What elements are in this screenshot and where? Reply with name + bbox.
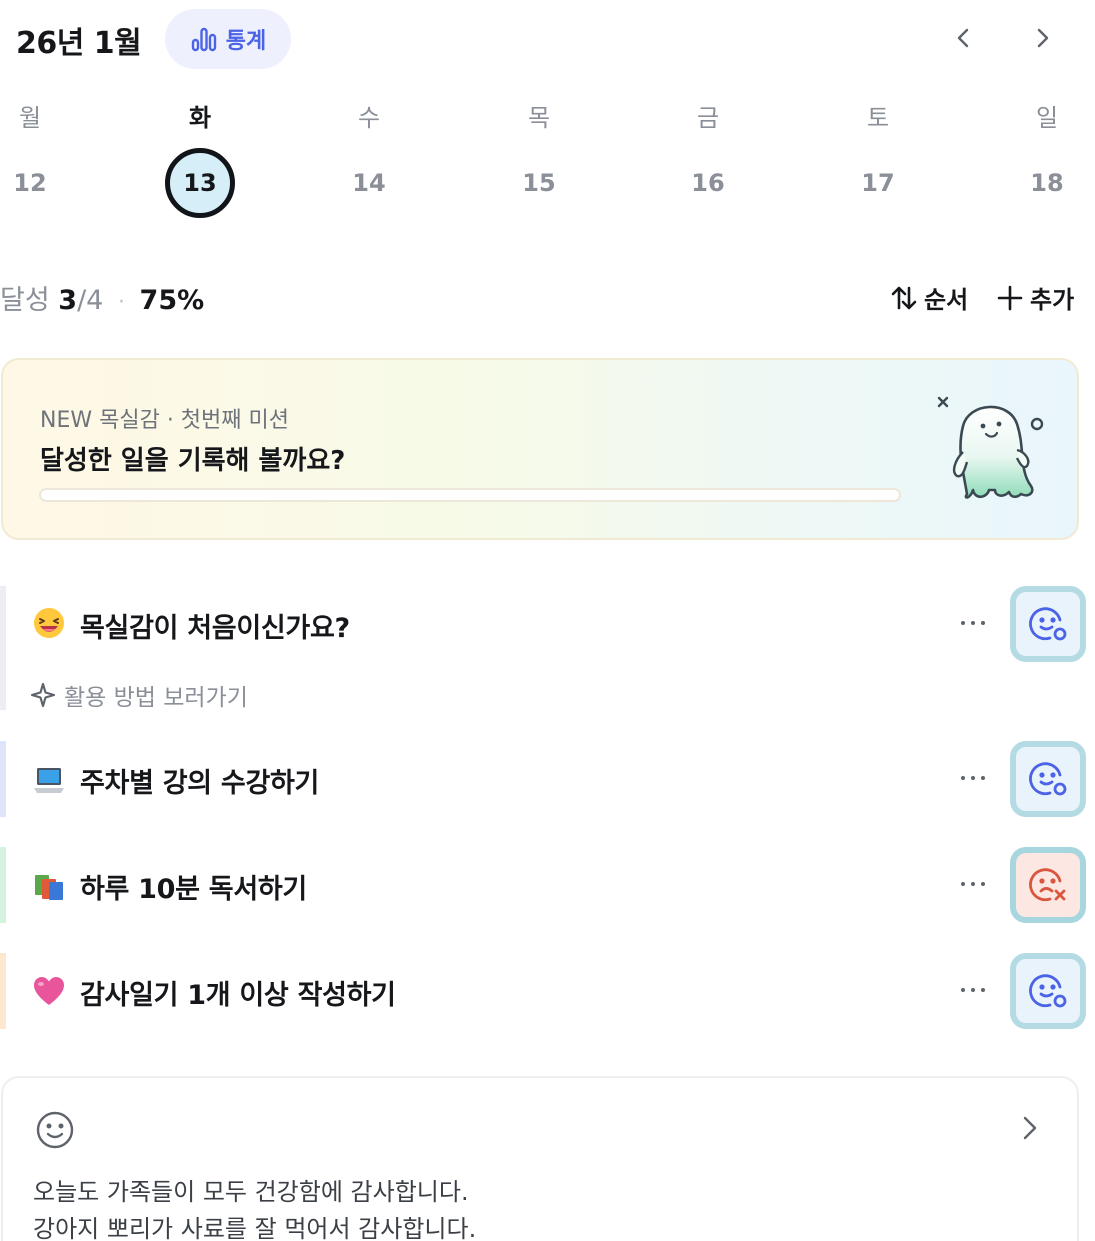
- more-options-button[interactable]: [952, 763, 994, 793]
- habit-title[interactable]: 목실감이 처음이신가요?: [80, 606, 350, 645]
- sort-button[interactable]: 순서: [890, 280, 968, 315]
- dot: [961, 882, 965, 886]
- habit-color-bar: [0, 847, 6, 923]
- day-17[interactable]: 17: [843, 148, 913, 218]
- weekday-sun: 일: [1035, 104, 1059, 132]
- day-13-selected[interactable]: 13: [165, 148, 235, 218]
- habit-title[interactable]: 주차별 강의 수강하기: [80, 761, 319, 800]
- plus-icon: [997, 285, 1023, 310]
- achievement-label: 달성: [0, 285, 50, 316]
- weekday-sat: 토: [866, 104, 890, 132]
- sad-x-icon: [1029, 868, 1066, 902]
- prev-week-button[interactable]: [944, 18, 984, 58]
- ghost-mascot-icon: [937, 396, 1044, 499]
- mission-subtitle: NEW 목실감 · 첫번째 미션: [40, 408, 289, 433]
- dot: [971, 621, 975, 625]
- weekday-wed: 수: [357, 104, 381, 132]
- dot: [961, 776, 965, 780]
- more-options-button[interactable]: [952, 975, 994, 1005]
- habit-item-gratitude: 감사일기 1개 이상 작성하기: [0, 953, 1095, 1029]
- weekday-thu: 목: [527, 104, 551, 132]
- journal-entry-line: 강아지 뽀리가 사료를 잘 먹어서 감사합니다.: [33, 1215, 477, 1241]
- habit-status-button-fail[interactable]: [1010, 847, 1086, 923]
- habit-status-button-done[interactable]: [1010, 586, 1086, 662]
- habit-color-bar: [0, 953, 6, 1029]
- achievement-percent: 75%: [139, 285, 205, 316]
- dot: [981, 621, 985, 625]
- calendar-header: 26년 1월 통계: [0, 0, 1095, 76]
- day-15[interactable]: 15: [504, 148, 574, 218]
- dot: [971, 882, 975, 886]
- sort-label: 순서: [924, 286, 969, 314]
- smile-check-icon: [1029, 974, 1067, 1008]
- mission-title: 달성한 일을 기록해 볼까요?: [40, 446, 346, 476]
- day-14[interactable]: 14: [334, 148, 404, 218]
- achievement-total: /4: [77, 285, 104, 316]
- guide-link[interactable]: 활용 방법 보러가기: [30, 678, 248, 712]
- month-title: 26년 1월: [16, 26, 142, 61]
- stats-label: 통계: [225, 29, 267, 54]
- achievement-summary: 달성 3/4 · 75%: [0, 278, 204, 317]
- weekday-mon: 월: [18, 104, 42, 132]
- habit-title[interactable]: 감사일기 1개 이상 작성하기: [80, 973, 396, 1012]
- dot: [961, 621, 965, 625]
- smile-check-icon: [1029, 607, 1067, 641]
- more-options-button[interactable]: [952, 608, 994, 638]
- day-12[interactable]: 12: [0, 148, 65, 218]
- dot: [971, 988, 975, 992]
- dot: [981, 988, 985, 992]
- stats-button[interactable]: 통계: [165, 9, 291, 69]
- habit-color-bar: [0, 741, 6, 817]
- bar-chart-icon: [191, 27, 216, 52]
- weekday-tue: 화: [188, 104, 212, 132]
- gratitude-journal-card[interactable]: 오늘도 가족들이 모두 건강함에 감사합니다. 강아지 뽀리가 사료를 잘 먹어…: [1, 1076, 1079, 1241]
- add-label: 추가: [1030, 286, 1075, 314]
- add-button[interactable]: 추가: [996, 280, 1074, 315]
- mission-progress-bar: [39, 488, 901, 502]
- more-options-button[interactable]: [952, 869, 994, 899]
- laughing-face-emoji-icon: [34, 608, 64, 638]
- chevron-right-icon: [1037, 28, 1049, 48]
- guide-link-label: 활용 방법 보러가기: [64, 685, 248, 711]
- habit-item-lecture: 주차별 강의 수강하기: [0, 741, 1095, 817]
- smile-check-icon: [1029, 762, 1067, 796]
- pink-heart-emoji-icon: [34, 977, 64, 1005]
- habit-color-bar: [0, 586, 6, 710]
- dot: [971, 776, 975, 780]
- books-emoji-icon: [35, 875, 63, 900]
- sparkle-icon: [30, 682, 56, 708]
- day-16[interactable]: 16: [673, 148, 743, 218]
- achievement-done: 3: [58, 285, 78, 316]
- habit-item-intro: 목실감이 처음이신가요? 활용 방법 보러가기: [0, 586, 1095, 712]
- habit-status-button-done[interactable]: [1010, 741, 1086, 817]
- habit-title[interactable]: 하루 10분 독서하기: [80, 867, 307, 906]
- journal-entry-line: 오늘도 가족들이 모두 건강함에 감사합니다.: [33, 1178, 469, 1206]
- summary-separator: ·: [117, 290, 125, 315]
- day-18[interactable]: 18: [1012, 148, 1082, 218]
- dot: [981, 776, 985, 780]
- next-week-button[interactable]: [1022, 18, 1062, 58]
- dot: [961, 988, 965, 992]
- habit-item-reading: 하루 10분 독서하기: [0, 847, 1095, 923]
- dot: [981, 882, 985, 886]
- chevron-right-icon: [1023, 1116, 1037, 1140]
- mission-banner[interactable]: NEW 목실감 · 첫번째 미션 달성한 일을 기록해 볼까요?: [1, 358, 1079, 540]
- habit-status-button-done[interactable]: [1010, 953, 1086, 1029]
- smile-icon: [36, 1111, 74, 1149]
- laptop-emoji-icon: [34, 768, 64, 793]
- sort-arrows-icon: [891, 286, 917, 309]
- weekday-fri: 금: [696, 104, 720, 132]
- chevron-left-icon: [957, 28, 969, 48]
